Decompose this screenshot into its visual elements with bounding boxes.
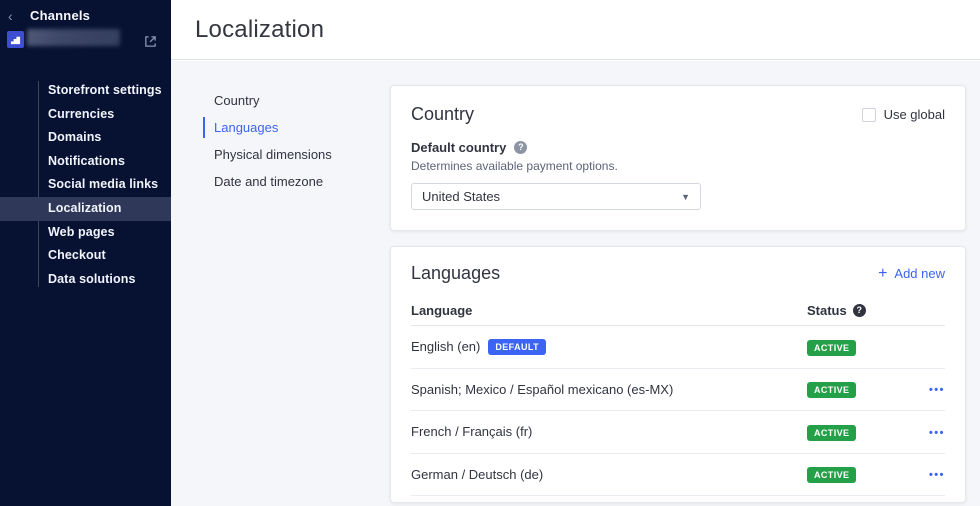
cards-column: Country Use global Default country ? Det…: [390, 85, 966, 503]
language-cell: English (en) DEFAULT: [411, 339, 807, 355]
status-cell: ACTIVE: [807, 423, 911, 441]
add-new-label: Add new: [894, 266, 945, 281]
sidebar-nav: Storefront settingsCurrenciesDomainsNoti…: [0, 79, 171, 291]
subnav-item-languages[interactable]: Languages: [203, 117, 332, 138]
content-area: Country Languages Physical dimensions Date …: [171, 61, 980, 506]
language-name: English (en): [411, 339, 480, 354]
sidebar-title: Channels: [30, 8, 90, 23]
page-title: Localization: [171, 0, 980, 44]
status-badge: ACTIVE: [807, 340, 856, 356]
sidebar-item-localization[interactable]: Localization: [0, 197, 171, 221]
sidebar-item-notifications[interactable]: Notifications: [0, 150, 171, 174]
sidebar-item-domains[interactable]: Domains: [0, 126, 171, 150]
sidebar-item-social-media-links[interactable]: Social media links: [0, 173, 171, 197]
default-country-help-text: Determines available payment options.: [411, 159, 945, 173]
plus-icon: +: [878, 267, 887, 281]
use-global-control[interactable]: Use global: [862, 107, 945, 122]
store-name-redacted: [27, 29, 120, 46]
country-card: Country Use global Default country ? Det…: [390, 85, 966, 231]
row-menu-button[interactable]: •••: [929, 427, 945, 439]
status-cell: ACTIVE: [807, 338, 911, 356]
subnav-item-physical-dimensions[interactable]: Physical dimensions: [203, 144, 332, 165]
table-row: English (en) DEFAULT ACTIVE: [411, 326, 945, 369]
country-card-title: Country: [411, 104, 474, 125]
add-new-button[interactable]: + Add new: [878, 266, 945, 281]
default-badge: DEFAULT: [488, 339, 546, 355]
store-row: [0, 31, 171, 65]
table-row: Spanish; Mexico / Español mexicano (es-M…: [411, 369, 945, 412]
status-badge: ACTIVE: [807, 467, 856, 483]
languages-card: Languages + Add new Language Status ?: [390, 246, 966, 503]
status-column-header: Status ?: [807, 303, 911, 318]
language-name: German / Deutsch (de): [411, 467, 543, 482]
language-name: Spanish; Mexico / Español mexicano (es-M…: [411, 382, 673, 397]
back-chevron-icon[interactable]: ‹: [8, 9, 26, 23]
status-badge: ACTIVE: [807, 382, 856, 398]
row-menu-button[interactable]: •••: [929, 469, 945, 481]
subnav-item-date-and-timezone[interactable]: Date and timezone: [203, 171, 332, 192]
page-header: Localization: [171, 0, 980, 60]
default-country-label: Default country: [411, 140, 506, 155]
language-cell: German / Deutsch (de): [411, 467, 807, 482]
subnav-item-country[interactable]: Country: [203, 90, 332, 111]
default-country-select[interactable]: United States ▼: [411, 183, 701, 210]
row-actions-cell: •••: [911, 380, 945, 398]
default-country-select-value: United States: [422, 189, 500, 204]
use-global-label: Use global: [884, 107, 945, 122]
use-global-checkbox[interactable]: [862, 108, 876, 122]
settings-subnav: Country Languages Physical dimensions Date …: [203, 90, 332, 198]
default-country-help-icon[interactable]: ?: [514, 141, 527, 154]
status-badge: ACTIVE: [807, 425, 856, 441]
row-menu-button[interactable]: •••: [929, 384, 945, 396]
sidebar-item-data-solutions[interactable]: Data solutions: [0, 268, 171, 292]
language-cell: French / Français (fr): [411, 424, 807, 439]
sidebar-item-web-pages[interactable]: Web pages: [0, 221, 171, 245]
language-name: French / Français (fr): [411, 424, 532, 439]
open-in-new-icon[interactable]: [144, 35, 157, 48]
sidebar-item-storefront-settings[interactable]: Storefront settings: [0, 79, 171, 103]
languages-table: Language Status ? English (en) DEFAULT ACT…: [411, 296, 945, 496]
table-row: French / Français (fr) ACTIVE •••: [411, 411, 945, 454]
status-cell: ACTIVE: [807, 380, 911, 398]
languages-table-header: Language Status ?: [411, 296, 945, 326]
chevron-down-icon: ▼: [681, 192, 690, 202]
sidebar-header: ‹ Channels: [0, 0, 171, 23]
language-cell: Spanish; Mexico / Español mexicano (es-M…: [411, 382, 807, 397]
languages-card-title: Languages: [411, 263, 500, 284]
row-actions-cell: •••: [911, 423, 945, 441]
row-actions-cell: •••: [911, 465, 945, 483]
sidebar-item-currencies[interactable]: Currencies: [0, 103, 171, 127]
sidebar-item-checkout[interactable]: Checkout: [0, 244, 171, 268]
app-window: ‹ Channels Storefront settingsCurrencies…: [0, 0, 980, 506]
table-row: German / Deutsch (de) ACTIVE •••: [411, 454, 945, 497]
status-cell: ACTIVE: [807, 465, 911, 483]
channels-sidebar: ‹ Channels Storefront settingsCurrencies…: [0, 0, 171, 506]
store-icon: [7, 31, 24, 48]
status-help-icon[interactable]: ?: [853, 304, 866, 317]
language-column-header: Language: [411, 303, 807, 318]
main-panel: Localization Country Languages Physical di…: [171, 0, 980, 506]
